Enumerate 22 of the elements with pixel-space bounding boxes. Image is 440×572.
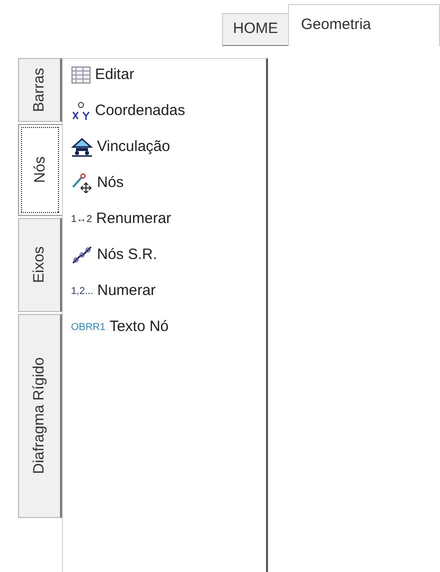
ribbon-tab[interactable]: Geometria	[288, 4, 440, 46]
ribbon-command[interactable]: Editar	[71, 61, 266, 89]
ribbon-command[interactable]: Vinculação	[71, 133, 266, 161]
ribbon-command[interactable]: OBRR1 Texto Nó	[71, 313, 266, 341]
glyph-icon: 1↔2	[71, 212, 92, 226]
glyph-icon: 1,2...	[71, 284, 94, 298]
ribbon-command[interactable]: 1↔2 Renumerar	[71, 205, 266, 233]
glyph-icon: OBRR1	[71, 320, 106, 334]
ribbon-tab[interactable]: HOME	[222, 13, 288, 46]
side-tab[interactable]: Eixos	[18, 218, 62, 312]
side-tab[interactable]: Nós	[18, 124, 62, 216]
ribbon-command[interactable]: Nós S.R.	[71, 241, 266, 269]
xy-icon	[71, 101, 91, 121]
support-icon	[71, 137, 93, 157]
chain-icon	[71, 245, 93, 265]
ribbon-command[interactable]: 1,2... Numerar	[71, 277, 266, 305]
ribbon-command[interactable]: Coordenadas	[71, 97, 266, 125]
side-tab[interactable]: Diafragma Rígido	[18, 314, 62, 518]
side-tab[interactable]: Barras	[18, 58, 62, 122]
node-move-icon	[71, 173, 93, 193]
table-icon	[71, 66, 91, 84]
ribbon-command[interactable]: Nós	[71, 169, 266, 197]
